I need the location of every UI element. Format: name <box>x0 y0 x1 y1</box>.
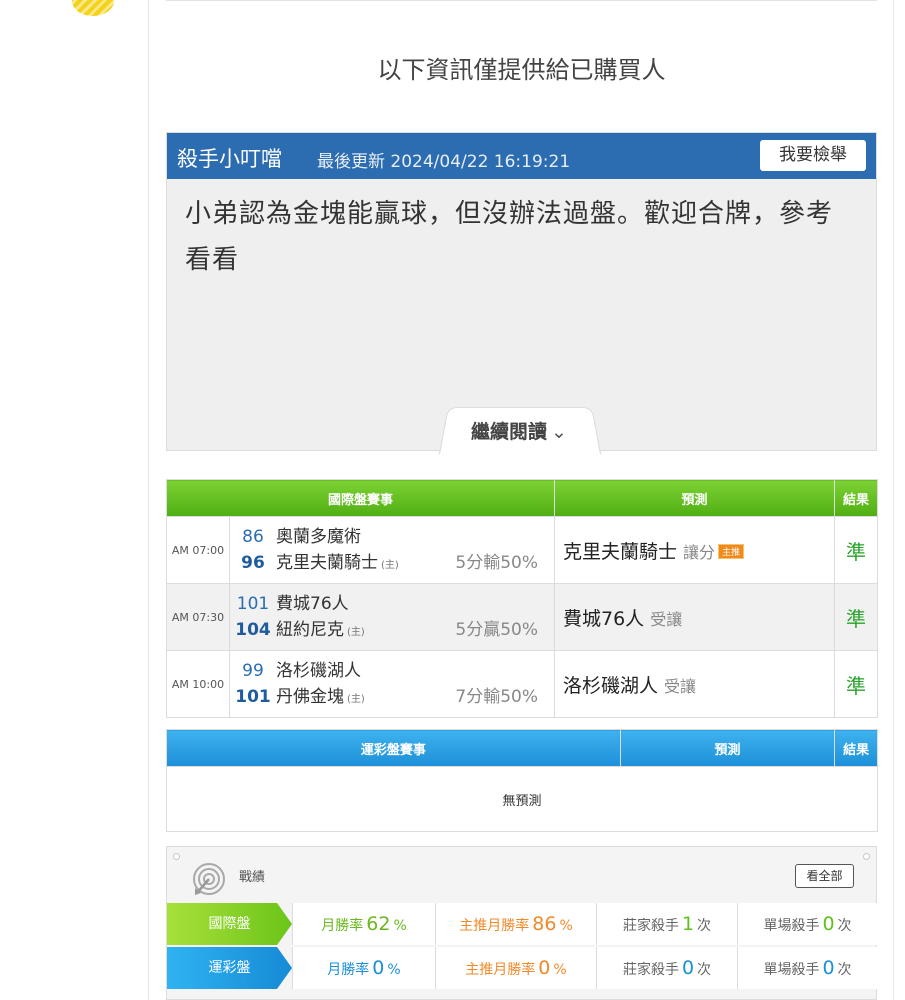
home-score: 96 <box>241 553 265 573</box>
stat-row-intl: 國際盤 月勝率 62% 主推月勝率 86% 莊家殺手 1 次 單場殺手 0 次 <box>167 903 877 945</box>
article-panel: 殺手小叮噹 最後更新 2024/04/22 16:19:21 我要檢舉 小弟認為… <box>166 132 877 454</box>
home-mark: (主) <box>347 694 365 705</box>
stat-label: 運彩盤 <box>167 947 292 989</box>
stat-label: 國際盤 <box>167 903 292 945</box>
top-divider <box>166 0 877 1</box>
logo <box>72 0 114 16</box>
content-divider-right <box>893 0 894 1000</box>
away-team: 洛杉磯湖人 <box>276 661 361 681</box>
table-row: AM 07:00 86 奧蘭多魔術 96 克里夫蘭騎士 (主) 5分輸50% 克里夫蘭騎… <box>166 516 878 584</box>
lottery-table-header: 運彩盤賽事 預測 結果 <box>166 729 878 767</box>
header-prediction: 預測 <box>619 729 836 767</box>
game-teams: 86 奧蘭多魔術 96 克里夫蘭騎士 (主) 5分輸50% <box>229 516 555 584</box>
main-monthly-winrate: 主推月勝率 0% <box>435 947 596 989</box>
article-header: 殺手小叮噹 最後更新 2024/04/22 16:19:21 我要檢舉 <box>167 133 876 179</box>
header-result: 結果 <box>834 729 878 767</box>
away-score: 99 <box>242 661 264 681</box>
prediction: 洛杉磯湖人 受讓 <box>554 650 835 718</box>
buyer-notice: 以下資訊僅提供給已購買人 <box>377 56 666 84</box>
stat-row-lottery: 運彩盤 月勝率 0% 主推月勝率 0% 莊家殺手 0 次 單場殺手 0 次 <box>167 947 877 989</box>
spread: 5分輸50% <box>455 553 538 573</box>
prediction-type: 受讓 <box>650 609 683 629</box>
panel-dot <box>173 853 180 860</box>
prediction-team: 洛杉磯湖人 <box>563 674 659 697</box>
spread: 5分贏50% <box>455 620 538 640</box>
read-more-button[interactable]: 繼續閱讀 ⌄ <box>439 417 599 444</box>
prediction-team: 費城76人 <box>563 607 645 630</box>
game-teams: 101 費城76人 104 紐約尼克 (主) 5分贏50% <box>229 583 555 651</box>
table-row: AM 07:30 101 費城76人 104 紐約尼克 (主) 5分贏50% 費城76人… <box>166 583 878 651</box>
game-time: AM 10:00 <box>166 650 230 718</box>
result: 準 <box>834 650 878 718</box>
view-all-button[interactable]: 看全部 <box>795 864 854 888</box>
result: 準 <box>834 583 878 651</box>
header-prediction: 預測 <box>554 479 835 517</box>
header-result: 結果 <box>834 479 878 517</box>
main-monthly-winrate: 主推月勝率 86% <box>435 903 596 945</box>
prediction-team: 克里夫蘭騎士 <box>563 540 678 563</box>
monthly-winrate: 月勝率 0% <box>292 947 435 989</box>
away-score: 86 <box>242 527 264 547</box>
intl-table-header: 國際盤賽事 預測 結果 <box>166 479 878 517</box>
no-prediction: 無預測 <box>166 766 878 832</box>
header-games: 運彩盤賽事 <box>166 729 621 767</box>
table-row: AM 10:00 99 洛杉磯湖人 101 丹佛金塊 (主) 7分輸50% 洛杉磯湖人受… <box>166 650 878 718</box>
lottery-games-table: 運彩盤賽事 預測 結果 無預測 <box>166 729 878 832</box>
spread: 7分輸50% <box>455 687 538 707</box>
main-pick-badge: 主推 <box>718 543 745 559</box>
home-mark: (主) <box>381 560 399 571</box>
banker-killer: 莊家殺手 1 次 <box>596 903 737 945</box>
away-score: 101 <box>236 594 270 614</box>
single-killer: 單場殺手 0 次 <box>737 947 877 989</box>
header-games: 國際盤賽事 <box>166 479 555 517</box>
table-row: 無預測 <box>166 766 878 832</box>
game-time: AM 07:30 <box>166 583 230 651</box>
target-icon <box>193 863 225 895</box>
last-updated: 最後更新 2024/04/22 16:19:21 <box>317 152 571 172</box>
left-sidebar <box>0 0 150 1000</box>
author-name[interactable]: 殺手小叮噹 <box>177 143 282 173</box>
record-title: 戰績 <box>239 870 266 885</box>
prediction: 費城76人 受讓 <box>554 583 835 651</box>
prediction-type: 受讓 <box>664 676 697 696</box>
monthly-winrate: 月勝率 62% <box>292 903 435 945</box>
game-time: AM 07:00 <box>166 516 230 584</box>
home-mark: (主) <box>347 627 365 638</box>
banker-killer: 莊家殺手 0 次 <box>596 947 737 989</box>
content-divider <box>148 0 149 1000</box>
chevron-down-icon: ⌄ <box>551 421 567 443</box>
article-body: 小弟認為金塊能贏球，但沒辦法過盤。歡迎合牌，參考看看 <box>185 199 834 275</box>
intl-games-table: 國際盤賽事 預測 結果 AM 07:00 86 奧蘭多魔術 96 克里夫蘭騎士 (主)… <box>166 479 878 718</box>
home-score: 101 <box>235 687 271 707</box>
game-teams: 99 洛杉磯湖人 101 丹佛金塊 (主) 7分輸50% <box>229 650 555 718</box>
home-score: 104 <box>235 620 271 640</box>
single-killer: 單場殺手 0 次 <box>737 903 877 945</box>
read-more-label: 繼續閱讀 <box>471 421 548 443</box>
away-team: 費城76人 <box>276 594 349 614</box>
result: 準 <box>834 516 878 584</box>
home-team: 克里夫蘭騎士 <box>276 553 378 573</box>
away-team: 奧蘭多魔術 <box>276 527 361 547</box>
home-team: 紐約尼克 <box>276 620 344 640</box>
prediction: 克里夫蘭騎士 讓分 主推 <box>554 516 835 584</box>
home-team: 丹佛金塊 <box>276 687 344 707</box>
prediction-type: 讓分 <box>683 542 716 562</box>
panel-dot <box>863 853 870 860</box>
report-button[interactable]: 我要檢舉 <box>760 140 866 171</box>
record-panel: 戰績 看全部 國際盤 月勝率 62% 主推月勝率 86% 莊家殺手 1 次 單場殺手 0 次… <box>166 846 877 1000</box>
